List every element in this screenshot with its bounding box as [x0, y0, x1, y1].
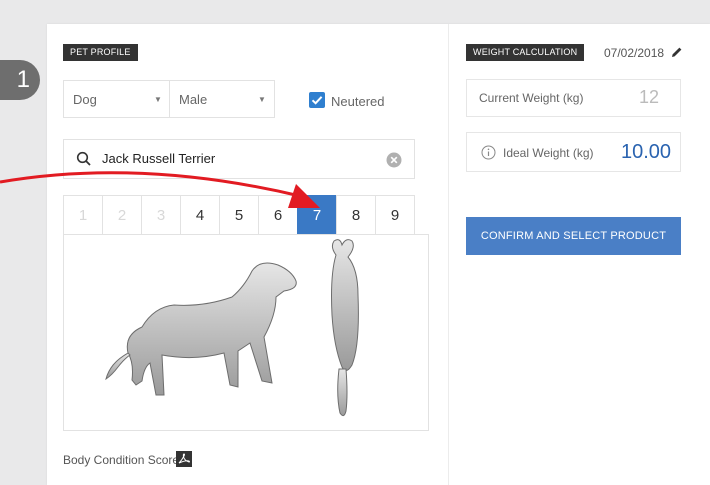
clear-icon[interactable] — [386, 152, 402, 168]
score-option-8[interactable]: 8 — [336, 195, 376, 235]
weight-calculation-tag: WEIGHT CALCULATION — [466, 44, 585, 61]
pdf-icon[interactable] — [176, 451, 192, 467]
ideal-weight-field: Ideal Weight (kg) 10.00 — [466, 132, 681, 172]
check-icon — [311, 96, 323, 105]
pet-profile-tag: PET PROFILE — [63, 44, 138, 61]
score-option-9[interactable]: 9 — [375, 195, 415, 235]
confirm-select-product-button[interactable]: CONFIRM AND SELECT PRODUCT — [466, 217, 681, 255]
current-weight-value: 12 — [639, 87, 660, 107]
chevron-down-icon: ▼ — [258, 95, 266, 104]
sex-value: Male — [179, 92, 208, 107]
current-weight-field[interactable]: Current Weight (kg) 12 — [466, 79, 681, 117]
dog-top-view — [331, 239, 359, 417]
dog-side-view — [105, 262, 297, 396]
neutered-checkbox[interactable] — [309, 92, 325, 108]
edit-pencil-icon[interactable] — [670, 45, 684, 59]
step-number: 1 — [16, 66, 30, 93]
neutered-label: Neutered — [331, 94, 385, 109]
species-value: Dog — [73, 92, 97, 107]
chevron-down-icon: ▼ — [154, 95, 162, 104]
pdf-glyph — [178, 453, 190, 464]
calculator-card: PET PROFILE Dog ▼ Male ▼ Neutered Jack R… — [47, 24, 710, 485]
body-condition-score-label: Body Condition Score — [63, 453, 180, 467]
calculation-date: 07/02/2018 — [604, 46, 665, 60]
step-badge: 1 — [0, 60, 40, 100]
sex-select[interactable]: Male ▼ — [169, 80, 275, 118]
body-condition-illustration — [63, 234, 429, 431]
current-weight-label: Current Weight (kg) — [479, 91, 584, 105]
ideal-weight-value: 10.00 — [621, 141, 672, 163]
info-icon[interactable] — [481, 145, 496, 160]
column-divider — [448, 24, 449, 485]
dog-illustration — [105, 239, 359, 417]
species-select[interactable]: Dog ▼ — [63, 80, 170, 118]
annotation-arrow — [0, 171, 320, 208]
ideal-weight-label: Ideal Weight (kg) — [503, 146, 594, 160]
